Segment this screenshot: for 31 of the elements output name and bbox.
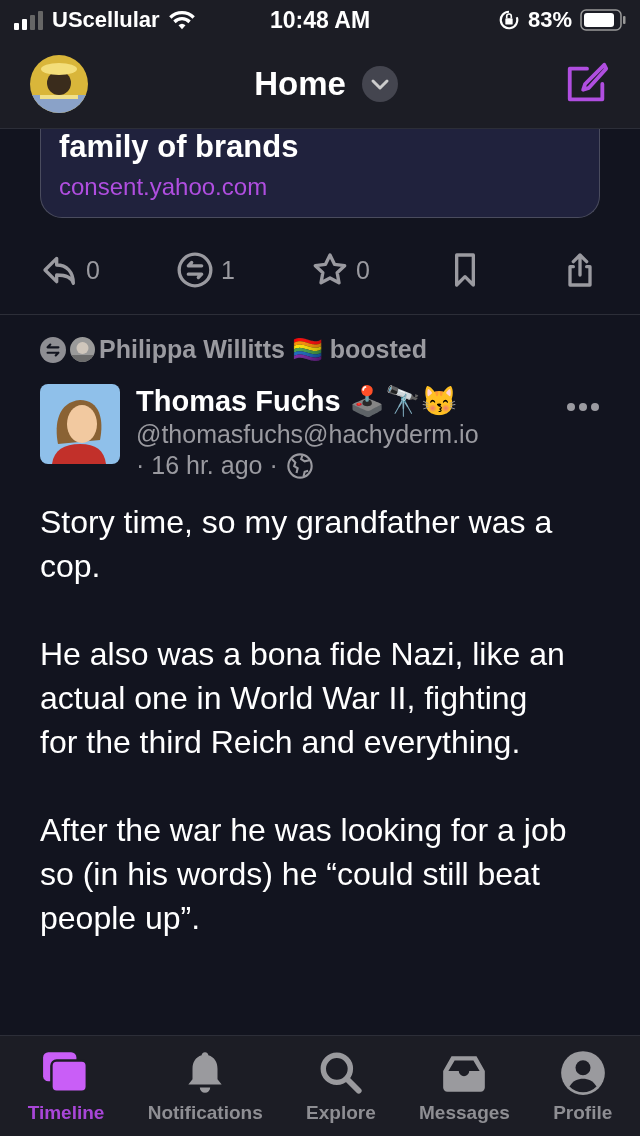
post-paragraph: He also was a bona fide Nazi, like an actual one in World War II, fighting for the third Reich and everything.: [40, 635, 566, 762]
globe-icon: [285, 451, 314, 480]
favorite-button[interactable]: 0: [310, 250, 370, 290]
more-icon[interactable]: [566, 402, 600, 412]
boost-button[interactable]: 1: [175, 250, 235, 290]
page-title: Home: [254, 65, 346, 103]
tab-item[interactable]: Profile: [553, 1036, 613, 1136]
clock-time: 10:48 AM: [269, 6, 371, 34]
author-handle: @thomasfuchs@hachyderm.io: [136, 420, 480, 449]
link-title: family of brands: [59, 129, 300, 165]
link-card[interactable]: family of brands consent.yahoo.com: [40, 129, 600, 218]
signal-icon: [14, 10, 44, 30]
battery-percent: 83%: [527, 7, 572, 33]
tab-item[interactable]: Notifications: [147, 1036, 263, 1136]
boost-icon: [40, 336, 66, 363]
boost-attribution: Philippa Willitts 🏳‍🌈 boosted: [99, 335, 427, 364]
carrier-name: UScellular: [52, 7, 160, 33]
post-paragraph: Story time, so my grandfather was a cop.: [40, 503, 554, 586]
rotation-lock-icon: [497, 9, 520, 31]
post-time: · 16 hr. ago ·: [136, 451, 278, 480]
wifi-icon: [167, 9, 196, 31]
boost-icon: [175, 250, 215, 290]
reply-button[interactable]: 0: [40, 250, 100, 290]
author-name[interactable]: Thomas Fuchs 🕹🔭😽: [136, 384, 550, 418]
post-paragraph: After the war he was looking for a job so (in his words) he “could still beat people up”.: [40, 811, 568, 938]
tab-item[interactable]: Messages: [419, 1036, 510, 1136]
chevron-down-icon[interactable]: [361, 66, 398, 102]
battery-icon: [580, 9, 626, 31]
link-url: consent.yahoo.com: [59, 173, 269, 201]
tab-item[interactable]: Timeline: [27, 1036, 105, 1136]
tab-item[interactable]: Explore: [306, 1036, 376, 1136]
